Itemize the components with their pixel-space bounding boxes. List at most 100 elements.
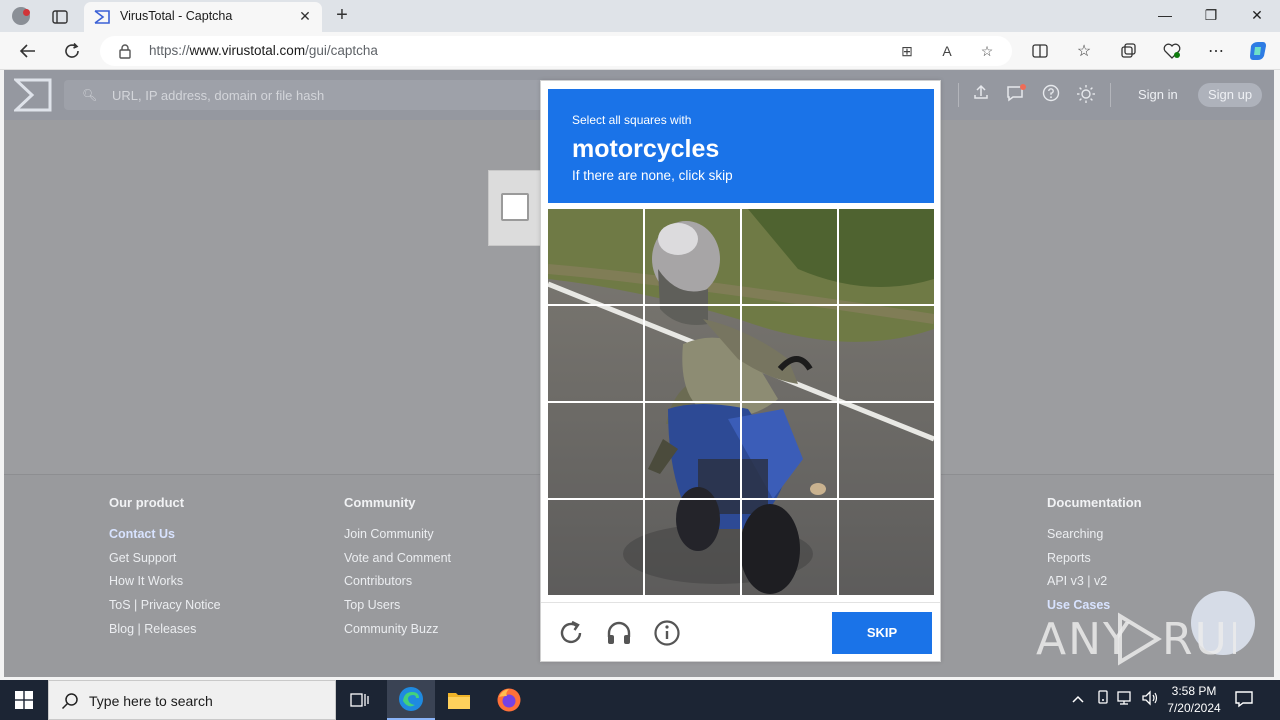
notifications-icon[interactable]	[1005, 84, 1027, 106]
tab-virustotal[interactable]: VirusTotal - Captcha ✕	[84, 2, 322, 32]
captcha-footer: SKIP	[541, 602, 940, 662]
footer-link-buzz[interactable]: Community Buzz	[344, 622, 451, 646]
captcha-tile-14[interactable]	[645, 500, 740, 595]
virustotal-favicon-icon	[94, 10, 110, 24]
captcha-prompt: Select all squares with motorcycles If t…	[548, 89, 934, 203]
app-available-icon[interactable]: ⊞	[896, 41, 918, 61]
back-button[interactable]	[14, 38, 42, 64]
vt-search-input[interactable]: 🔍︎ URL, IP address, domain or file hash	[64, 80, 544, 110]
start-button[interactable]	[0, 680, 48, 720]
captcha-tile-9[interactable]	[548, 403, 643, 498]
browser-essentials-button[interactable]	[1158, 38, 1186, 64]
split-screen-icon	[1032, 44, 1048, 58]
captcha-tile-15[interactable]	[742, 500, 837, 595]
sign-up-button[interactable]: Sign up	[1198, 83, 1262, 107]
close-tab-icon[interactable]: ✕	[296, 7, 314, 25]
taskbar-clock[interactable]: 3:58 PM 7/20/2024	[1158, 683, 1230, 717]
captcha-instruction: Select all squares with	[572, 113, 692, 127]
sign-in-link[interactable]: Sign in	[1138, 87, 1178, 102]
upload-icon[interactable]	[970, 84, 992, 106]
taskbar-firefox[interactable]	[485, 680, 533, 720]
folder-icon	[448, 693, 470, 709]
footer-link-top-users[interactable]: Top Users	[344, 598, 451, 622]
footer-heading: Community	[344, 495, 416, 510]
footer-link-how-it-works[interactable]: How It Works	[109, 574, 221, 598]
favorite-star-icon[interactable]: ☆	[976, 41, 998, 61]
captcha-tile-4[interactable]	[839, 209, 934, 304]
footer-link-vote[interactable]: Vote and Comment	[344, 551, 451, 575]
captcha-tile-12[interactable]	[839, 403, 934, 498]
tray-network-icon[interactable]	[1116, 690, 1136, 710]
captcha-tile-11[interactable]	[742, 403, 837, 498]
captcha-tile-2[interactable]	[645, 209, 740, 304]
captcha-tile-1[interactable]	[548, 209, 643, 304]
more-dots-icon: ⋯	[1208, 43, 1224, 60]
footer-link-api[interactable]: API v3 | v2	[1047, 574, 1142, 598]
header-divider	[958, 83, 959, 107]
reload-icon[interactable]	[557, 619, 585, 647]
captcha-tile-16[interactable]	[839, 500, 934, 595]
edge-icon	[399, 687, 423, 711]
search-icon	[61, 693, 78, 710]
footer-link-contributors[interactable]: Contributors	[344, 574, 451, 598]
tray-chevron-up-icon[interactable]	[1068, 690, 1088, 710]
clock-date: 7/20/2024	[1167, 701, 1221, 715]
tab-title: VirusTotal - Captcha	[120, 9, 233, 23]
profile-button[interactable]	[8, 4, 34, 28]
browser-toolbar: https://www.virustotal.com/gui/captcha ⊞…	[0, 32, 1280, 70]
footer-link-tos[interactable]: ToS | Privacy Notice	[109, 598, 221, 622]
split-screen-button[interactable]	[1026, 38, 1054, 64]
new-tab-button[interactable]: +	[330, 4, 354, 28]
maximize-button[interactable]: ❐	[1188, 0, 1234, 32]
tray-device-icon[interactable]	[1093, 690, 1113, 710]
task-view-button[interactable]	[336, 680, 384, 720]
footer-link-support[interactable]: Get Support	[109, 551, 221, 575]
search-icon: 🔍︎	[82, 88, 98, 102]
captcha-tile-5[interactable]	[548, 306, 643, 401]
svg-text:RUN: RUN	[1162, 614, 1236, 665]
virustotal-logo-icon[interactable]	[14, 78, 52, 112]
captcha-tile-7[interactable]	[742, 306, 837, 401]
footer-column-community: Community Join Community Vote and Commen…	[344, 495, 451, 645]
taskbar-search-placeholder: Type here to search	[89, 693, 213, 709]
captcha-image-grid	[548, 209, 934, 595]
footer-link-join[interactable]: Join Community	[344, 527, 451, 551]
audio-headphones-icon[interactable]	[605, 619, 633, 647]
favorites-star-icon: ☆	[1076, 43, 1092, 60]
captcha-tile-6[interactable]	[645, 306, 740, 401]
refresh-icon	[65, 42, 79, 58]
taskbar-file-explorer[interactable]	[435, 680, 483, 720]
captcha-tile-3[interactable]	[742, 209, 837, 304]
footer-link-contact[interactable]: Contact Us	[109, 527, 221, 551]
help-icon[interactable]	[1040, 84, 1062, 106]
lock-icon[interactable]	[118, 43, 132, 59]
captcha-tile-10[interactable]	[645, 403, 740, 498]
tab-actions-button[interactable]	[46, 6, 74, 28]
footer-link-blog[interactable]: Blog | Releases	[109, 622, 221, 646]
captcha-checkbox[interactable]	[501, 193, 529, 221]
footer-link-searching[interactable]: Searching	[1047, 527, 1142, 551]
skip-button[interactable]: SKIP	[832, 612, 932, 654]
refresh-button[interactable]	[58, 38, 86, 64]
notification-center-icon[interactable]	[1234, 690, 1256, 710]
profile-avatar-icon	[12, 7, 30, 25]
tray-volume-icon[interactable]	[1140, 690, 1160, 710]
collections-button[interactable]	[1114, 38, 1142, 64]
info-icon[interactable]	[653, 619, 681, 647]
url-text[interactable]: https://www.virustotal.com/gui/captcha	[149, 43, 378, 58]
taskbar-edge[interactable]	[387, 680, 435, 720]
captcha-tile-8[interactable]	[839, 306, 934, 401]
footer-link-reports[interactable]: Reports	[1047, 551, 1142, 575]
favorites-button[interactable]: ☆	[1070, 38, 1098, 64]
captcha-tile-13[interactable]	[548, 500, 643, 595]
address-bar[interactable]: https://www.virustotal.com/gui/captcha ⊞…	[100, 36, 1012, 66]
read-aloud-icon[interactable]: A	[936, 41, 958, 61]
copilot-button[interactable]	[1244, 38, 1272, 64]
tab-strip: VirusTotal - Captcha ✕ + — ❐ ✕	[0, 0, 1280, 32]
theme-sun-icon[interactable]	[1075, 84, 1097, 106]
vt-search-placeholder: URL, IP address, domain or file hash	[112, 88, 325, 103]
taskbar-search-box[interactable]: Type here to search	[48, 680, 336, 720]
minimize-button[interactable]: —	[1142, 0, 1188, 32]
close-window-button[interactable]: ✕	[1234, 0, 1280, 32]
settings-more-button[interactable]: ⋯	[1202, 38, 1230, 64]
